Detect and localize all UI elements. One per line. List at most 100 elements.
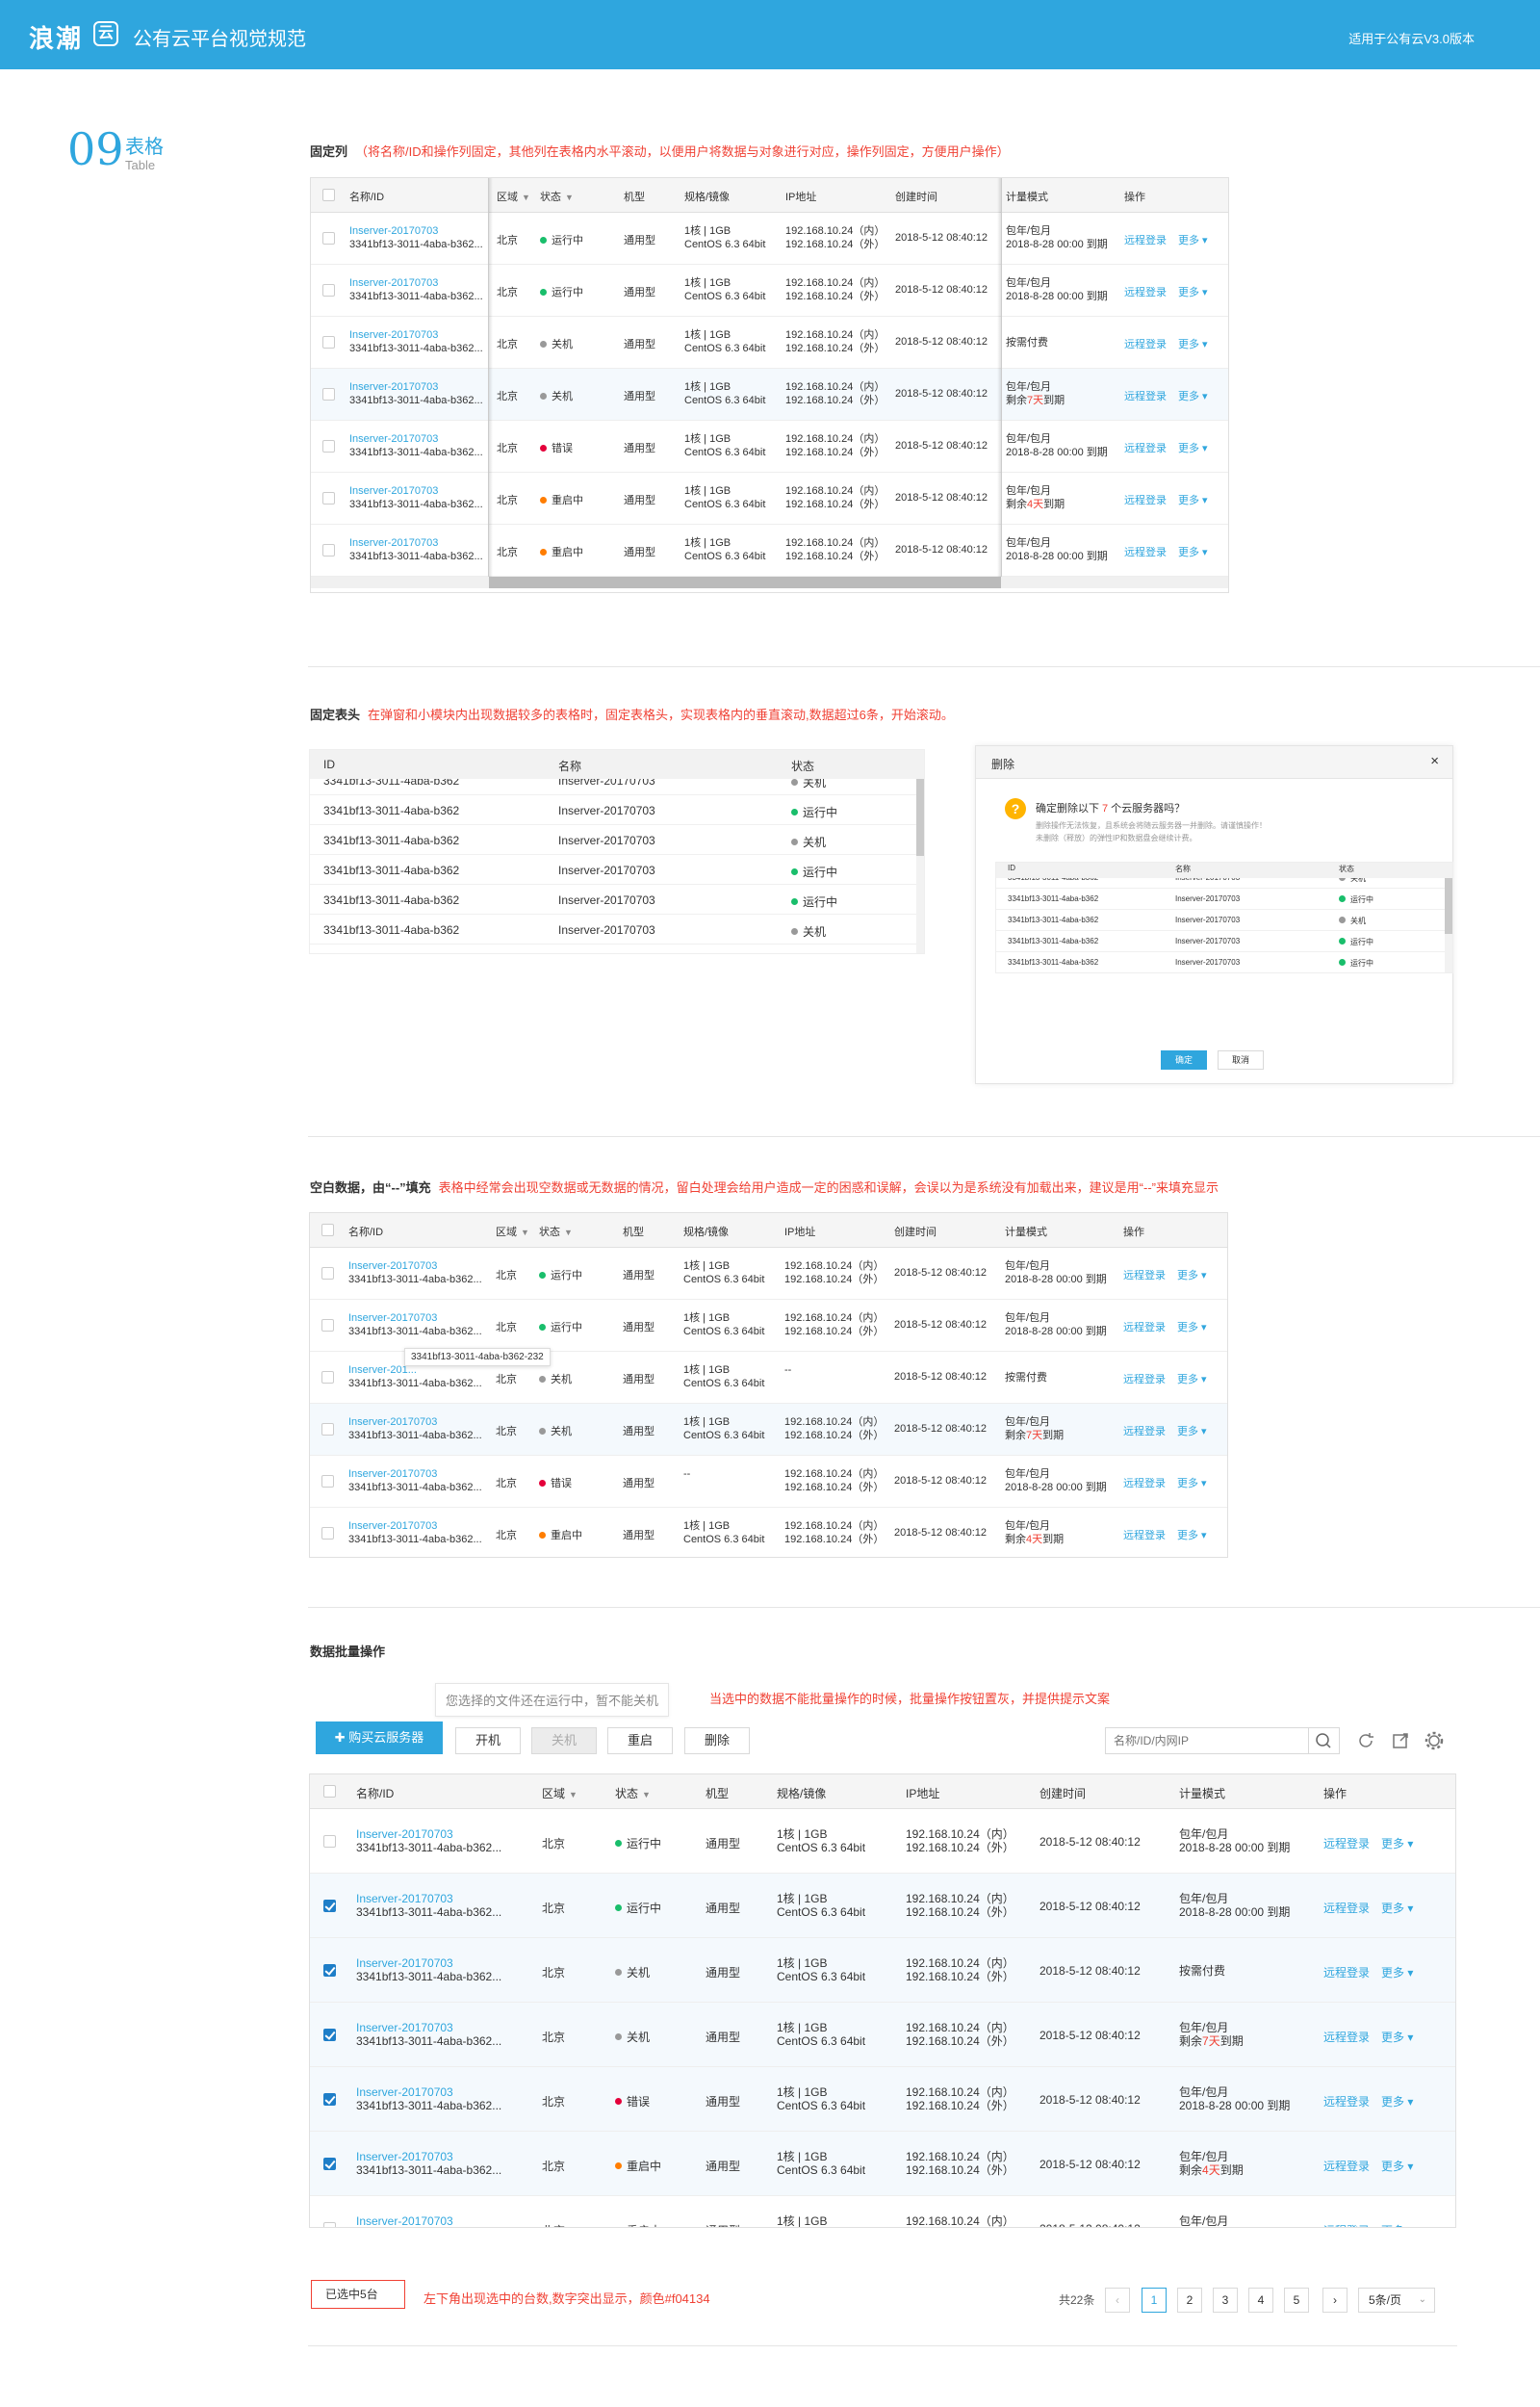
more-dropdown[interactable]: 更多 ▾ (1381, 2224, 1413, 2228)
remote-login-link[interactable]: 远程登录 (1124, 391, 1167, 402)
server-name-link[interactable]: Inserver-20170703 (356, 1956, 501, 1970)
restart-button[interactable]: 重启 (607, 1727, 673, 1754)
table-row[interactable]: Inserver-201707033341bf13-3011-4aba-b362… (310, 2003, 1455, 2067)
more-dropdown[interactable]: 更多 ▾ (1381, 2095, 1413, 2109)
row-checkbox[interactable] (322, 388, 335, 401)
more-dropdown[interactable]: 更多 ▾ (1178, 287, 1208, 298)
more-dropdown[interactable]: 更多 ▾ (1178, 495, 1208, 506)
more-dropdown[interactable]: 更多 ▾ (1178, 339, 1208, 350)
stop-button[interactable]: 关机 (531, 1727, 597, 1754)
row-checkbox[interactable] (323, 1834, 336, 1848)
table-row[interactable]: Inserver-201707033341bf13-3011-4aba-b362… (311, 213, 1228, 265)
header-status[interactable]: 状态 ▼ (615, 1785, 651, 1801)
table-row[interactable]: 3341bf13-3011-4aba-b362 Inserver-20170703… (310, 915, 924, 945)
server-name-link[interactable]: Inserver-20170703 (348, 1467, 482, 1481)
table-row[interactable]: 3341bf13-3011-4aba-b362 Inserver-20170703… (310, 825, 924, 855)
table-row[interactable]: Inserver-201707033341bf13-3011-4aba-b362… (311, 421, 1228, 473)
row-checkbox[interactable] (322, 336, 335, 349)
row-checkbox[interactable] (323, 2157, 336, 2170)
page-button-2[interactable]: 2 (1177, 2288, 1202, 2313)
table-row[interactable]: Inserver-201707033341bf13-3011-4aba-b362… (311, 369, 1228, 421)
select-all-checkbox[interactable] (322, 189, 335, 201)
horizontal-scrollbar[interactable] (311, 577, 1228, 588)
row-checkbox[interactable] (322, 284, 335, 297)
header-region[interactable]: 区域 ▼ (497, 189, 530, 204)
settings-gear-icon[interactable] (1421, 1727, 1448, 1754)
row-checkbox[interactable] (323, 2221, 336, 2227)
scrollbar-thumb[interactable] (1445, 878, 1452, 934)
row-checkbox[interactable] (323, 1963, 336, 1977)
more-dropdown[interactable]: 更多 ▾ (1177, 1322, 1207, 1333)
table-row[interactable]: 3341bf13-3011-4aba-b362 Inserver-20170703… (996, 952, 1452, 972)
remote-login-link[interactable]: 远程登录 (1123, 1478, 1166, 1489)
row-checkbox[interactable] (321, 1371, 334, 1384)
table-row[interactable]: Inserver-201707033341bf13-3011-4aba-b362… (311, 473, 1228, 525)
more-dropdown[interactable]: 更多 ▾ (1381, 1966, 1413, 1980)
row-checkbox[interactable] (321, 1319, 334, 1332)
server-name-link[interactable]: Inserver-20170703 (349, 432, 483, 446)
row-checkbox[interactable] (321, 1475, 334, 1488)
more-dropdown[interactable]: 更多 ▾ (1178, 391, 1208, 402)
search-input[interactable] (1105, 1727, 1309, 1754)
row-checkbox[interactable] (322, 544, 335, 556)
remote-login-link[interactable]: 远程登录 (1323, 1966, 1370, 1980)
close-icon[interactable]: × (1430, 753, 1439, 769)
table-row[interactable]: Inserver-201707033341bf13-3011-4aba-b362… (311, 317, 1228, 369)
row-checkbox[interactable] (321, 1267, 334, 1280)
table-row[interactable]: 3341bf13-3011-4aba-b362 Inserver-20170703… (310, 885, 924, 915)
server-name-link[interactable]: Inserver-20170703 (348, 1311, 482, 1325)
remote-login-link[interactable]: 远程登录 (1123, 1322, 1166, 1333)
remote-login-link[interactable]: 远程登录 (1323, 2031, 1370, 2044)
more-dropdown[interactable]: 更多 ▾ (1381, 2031, 1413, 2044)
remote-login-link[interactable]: 远程登录 (1323, 2095, 1370, 2109)
server-name-link[interactable]: Inserver-20170703 (356, 2021, 501, 2034)
table-row[interactable]: Inserver-201707033341bf13-3011-4aba-b362… (310, 1938, 1455, 2003)
server-name-link[interactable]: Inserver-20170703 (356, 2150, 501, 2163)
server-name-link[interactable]: Inserver-20170703 (356, 2214, 501, 2228)
table-row[interactable]: Inserver-201707033341bf13-3011-4aba-b362… (310, 2196, 1455, 2228)
remote-login-link[interactable]: 远程登录 (1123, 1270, 1166, 1281)
next-page-icon[interactable]: › (1322, 2288, 1348, 2313)
remote-login-link[interactable]: 远程登录 (1323, 2160, 1370, 2173)
page-button-1[interactable]: 1 (1142, 2288, 1167, 2313)
scroll-body[interactable]: 3341bf13-3011-4aba-b362 Inserver-20170703… (996, 878, 1452, 972)
server-name-link[interactable]: Inserver-20170703 (356, 1827, 501, 1841)
table-row[interactable]: Inserver-201707033341bf13-3011-4aba-b362… (311, 265, 1228, 317)
more-dropdown[interactable]: 更多 ▾ (1177, 1270, 1207, 1281)
server-name-link[interactable]: Inserver-20170703 (349, 536, 483, 550)
table-row[interactable]: 3341bf13-3011-4aba-b362 Inserver-20170703… (996, 889, 1452, 910)
server-name-link[interactable]: Inserver-20170703 (348, 1259, 482, 1273)
more-dropdown[interactable]: 更多 ▾ (1177, 1426, 1207, 1437)
table-row[interactable]: Inserver-201707033341bf13-3011-4aba-b362… (310, 1456, 1227, 1508)
remote-login-link[interactable]: 远程登录 (1323, 1902, 1370, 1915)
header-status[interactable]: 状态 ▼ (540, 189, 574, 204)
filter-icon[interactable]: ▼ (565, 193, 574, 202)
more-dropdown[interactable]: 更多 ▾ (1381, 1837, 1413, 1851)
table-row[interactable]: Inserver-201707033341bf13-3011-4aba-b362… (310, 2132, 1455, 2196)
server-name-link[interactable]: Inserver-20170703 (356, 1892, 501, 1905)
export-icon[interactable] (1387, 1727, 1414, 1754)
remote-login-link[interactable]: 远程登录 (1123, 1530, 1166, 1541)
remote-login-link[interactable]: 远程登录 (1323, 1837, 1370, 1851)
filter-icon[interactable]: ▼ (522, 193, 530, 202)
server-name-link[interactable]: Inserver-20170703 (349, 484, 483, 498)
search-icon[interactable] (1309, 1727, 1340, 1754)
page-button-4[interactable]: 4 (1248, 2288, 1273, 2313)
table-row[interactable]: 3341bf13-3011-4aba-b362 Inserver-20170703… (996, 931, 1452, 952)
select-all-checkbox[interactable] (323, 1785, 336, 1798)
table-row[interactable]: Inserver-201707033341bf13-3011-4aba-b362… (310, 1874, 1455, 1938)
confirm-button[interactable]: 确定 (1161, 1050, 1207, 1070)
cancel-button[interactable]: 取消 (1218, 1050, 1264, 1070)
table-row[interactable]: 3341bf13-3011-4aba-b362 Inserver-20170703… (996, 910, 1452, 931)
start-button[interactable]: 开机 (455, 1727, 521, 1754)
filter-icon[interactable]: ▼ (521, 1228, 529, 1237)
row-checkbox[interactable] (322, 492, 335, 505)
refresh-icon[interactable] (1352, 1727, 1379, 1754)
remote-login-link[interactable]: 远程登录 (1124, 547, 1167, 558)
remote-login-link[interactable]: 远程登录 (1123, 1426, 1166, 1437)
row-checkbox[interactable] (323, 1899, 336, 1912)
vertical-scrollbar[interactable] (916, 779, 924, 953)
table-row[interactable]: 3341bf13-3011-4aba-b362 Inserver-20170703… (310, 779, 924, 795)
remote-login-link[interactable]: 远程登录 (1124, 287, 1167, 298)
table-row[interactable]: 3341bf13-3011-4aba-b362 Inserver-20170703… (310, 795, 924, 825)
